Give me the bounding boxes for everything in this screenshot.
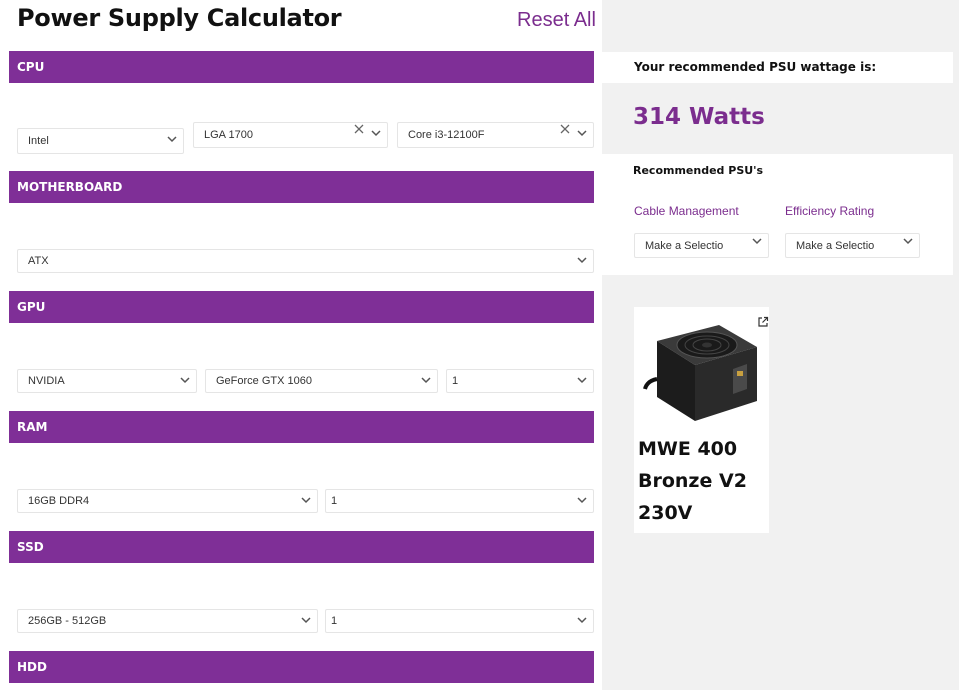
recommended-psus-title: Recommended PSU's [633, 164, 764, 177]
gpu-quantity-value: 1 [452, 375, 459, 387]
ssd-quantity-select[interactable]: 1 [325, 609, 594, 633]
chevron-down-icon [167, 136, 177, 143]
cpu-socket-value: LGA 1700 [204, 129, 253, 141]
ram-size-value: 16GB DDR4 [28, 495, 90, 507]
wattage-heading: Your recommended PSU wattage is: [602, 52, 953, 83]
chevron-down-icon [903, 238, 913, 245]
gpu-quantity-select[interactable]: 1 [446, 369, 594, 393]
gpu-brand-select[interactable]: NVIDIA [17, 369, 197, 393]
motherboard-form-factor-select[interactable]: ATX [17, 249, 594, 273]
cpu-model-select[interactable]: Core i3-12100F [397, 122, 594, 148]
motherboard-section-header: MOTHERBOARD [9, 171, 594, 203]
efficiency-rating-label: Efficiency Rating [785, 204, 875, 218]
chevron-down-icon [421, 377, 431, 384]
chevron-down-icon [752, 238, 762, 245]
ssd-quantity-value: 1 [331, 615, 338, 627]
ram-quantity-value: 1 [331, 495, 338, 507]
ram-quantity-select[interactable]: 1 [325, 489, 594, 513]
chevron-down-icon [577, 497, 587, 504]
page-title: Power Supply Calculator [17, 4, 342, 32]
chevron-down-icon [577, 130, 587, 137]
gpu-model-value: GeForce GTX 1060 [216, 375, 312, 387]
chevron-down-icon [301, 617, 311, 624]
cable-management-label: Cable Management [634, 204, 739, 218]
recommended-wattage: 314 Watts [633, 104, 765, 130]
efficiency-rating-select[interactable]: Make a Selectio [785, 233, 920, 258]
cpu-brand-select[interactable]: Intel [17, 128, 184, 154]
chevron-down-icon [577, 617, 587, 624]
reset-all-link[interactable]: Reset All [517, 9, 596, 32]
ram-size-select[interactable]: 16GB DDR4 [17, 489, 318, 513]
clear-icon[interactable] [353, 123, 365, 135]
cpu-brand-value: Intel [28, 135, 49, 147]
cable-management-select[interactable]: Make a Selectio [634, 233, 769, 258]
ssd-size-value: 256GB - 512GB [28, 615, 107, 627]
chevron-down-icon [301, 497, 311, 504]
psu-product-image [643, 325, 757, 421]
gpu-brand-value: NVIDIA [28, 375, 65, 387]
cpu-section-header: CPU [9, 51, 594, 83]
psu-product-name: MWE 400 Bronze V2 230V [638, 438, 747, 524]
ram-section-header: RAM [9, 411, 594, 443]
cpu-socket-select[interactable]: LGA 1700 [193, 122, 388, 148]
chevron-down-icon [577, 257, 587, 264]
clear-icon[interactable] [559, 123, 571, 135]
chevron-down-icon [180, 377, 190, 384]
hdd-section-header: HDD [9, 651, 594, 683]
chevron-down-icon [577, 377, 587, 384]
motherboard-form-factor-value: ATX [28, 255, 49, 267]
gpu-section-header: GPU [9, 291, 594, 323]
gpu-model-select[interactable]: GeForce GTX 1060 [205, 369, 438, 393]
cable-management-value: Make a Selectio [645, 239, 724, 252]
psu-product-card[interactable]: MWE 400 Bronze V2 230V [634, 307, 769, 533]
ssd-size-select[interactable]: 256GB - 512GB [17, 609, 318, 633]
efficiency-rating-value: Make a Selectio [796, 239, 875, 252]
chevron-down-icon [371, 130, 381, 137]
cpu-model-value: Core i3-12100F [408, 129, 485, 141]
ssd-section-header: SSD [9, 531, 594, 563]
